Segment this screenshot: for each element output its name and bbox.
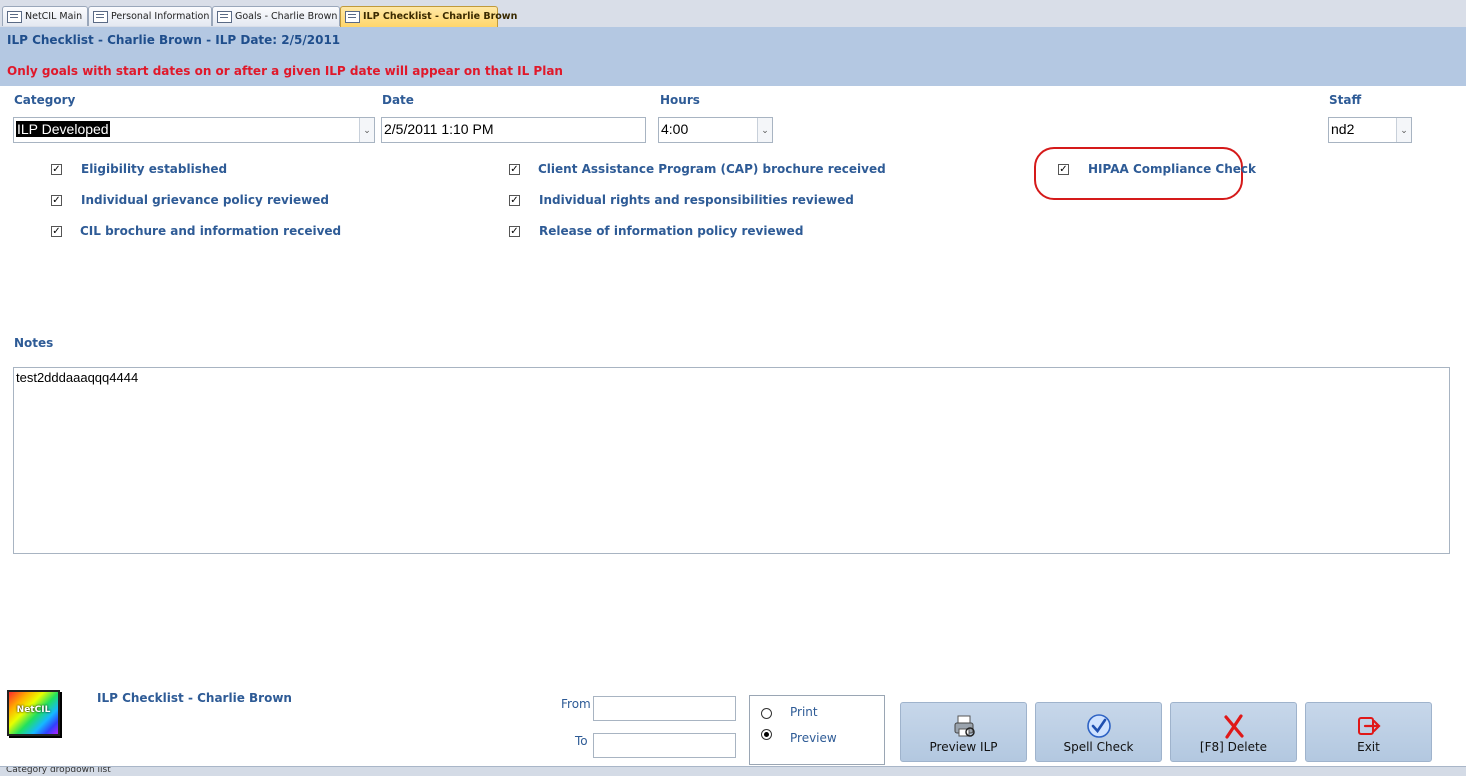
to-date-field[interactable] xyxy=(593,733,736,758)
form-icon xyxy=(217,11,232,23)
staff-combobox[interactable]: nd2 ⌄ xyxy=(1328,117,1412,143)
cap-brochure-checkbox[interactable]: ✓ xyxy=(509,164,520,175)
preview-icon xyxy=(954,715,975,737)
chevron-down-icon[interactable]: ⌄ xyxy=(757,118,772,142)
tab-ilp-checklist[interactable]: ILP Checklist - Charlie Brown xyxy=(340,6,517,27)
category-label: Category xyxy=(14,93,76,107)
from-date-field[interactable] xyxy=(593,696,736,721)
rights-responsibilities-checkbox[interactable]: ✓ xyxy=(509,195,520,206)
document-tab-strip: NetCIL Main Personal Information Goals -… xyxy=(0,0,1466,28)
hipaa-label: HIPAA Compliance Check xyxy=(1088,162,1256,176)
spell-check-icon xyxy=(1086,714,1111,738)
from-label: From xyxy=(561,697,591,711)
hours-combobox[interactable]: 4:00 ⌄ xyxy=(658,117,773,143)
cil-brochure-label: CIL brochure and information received xyxy=(80,224,342,238)
grievance-policy-label: Individual grievance policy reviewed xyxy=(81,193,329,207)
chevron-down-icon[interactable]: ⌄ xyxy=(1396,118,1411,142)
eligibility-label: Eligibility established xyxy=(81,162,228,176)
to-label: To xyxy=(575,734,588,748)
output-option-group: Print Preview xyxy=(749,695,885,765)
form-icon xyxy=(7,11,22,23)
hours-label: Hours xyxy=(660,93,700,107)
staff-label: Staff xyxy=(1329,93,1362,107)
status-text: Category dropdown list xyxy=(6,766,111,775)
print-radio[interactable] xyxy=(761,708,772,719)
ilp-date-notice: Only goals with start dates on or after … xyxy=(7,64,563,78)
grievance-policy-checkbox[interactable]: ✓ xyxy=(51,195,62,206)
release-info-checkbox[interactable]: ✓ xyxy=(509,226,520,237)
eligibility-checkbox[interactable]: ✓ xyxy=(51,164,62,175)
date-label: Date xyxy=(382,93,414,107)
delete-button[interactable]: [F8] Delete xyxy=(1170,702,1297,762)
chevron-down-icon[interactable]: ⌄ xyxy=(359,118,374,142)
tab-netcil-main[interactable]: NetCIL Main xyxy=(2,6,88,26)
exit-icon xyxy=(1357,717,1381,735)
exit-button[interactable]: Exit xyxy=(1305,702,1432,762)
date-field[interactable]: 2/5/2011 1:10 PM xyxy=(381,117,646,143)
cil-brochure-checkbox[interactable]: ✓ xyxy=(51,226,62,237)
notes-label: Notes xyxy=(14,336,54,350)
preview-radio-label[interactable]: Preview xyxy=(790,731,837,745)
delete-x-icon xyxy=(1223,714,1244,739)
form-title: ILP Checklist - Charlie Brown - ILP Date… xyxy=(7,33,341,47)
footer-form-title: ILP Checklist - Charlie Brown xyxy=(97,691,292,705)
netcil-logo: NetCIL xyxy=(7,690,60,736)
release-info-label: Release of information policy reviewed xyxy=(539,224,804,238)
rights-responsibilities-label: Individual rights and responsibilities r… xyxy=(539,193,854,207)
tab-personal-information[interactable]: Personal Information xyxy=(88,6,212,26)
tab-goals[interactable]: Goals - Charlie Brown xyxy=(212,6,340,26)
form-icon xyxy=(93,11,108,23)
hipaa-checkbox[interactable]: ✓ xyxy=(1058,164,1069,175)
preview-radio[interactable] xyxy=(761,729,772,740)
notes-textarea[interactable]: test2dddaaaqqq4444 xyxy=(13,367,1450,554)
form-icon xyxy=(345,11,360,23)
cap-brochure-label: Client Assistance Program (CAP) brochure… xyxy=(538,162,886,176)
preview-ilp-button[interactable]: Preview ILP xyxy=(900,702,1027,762)
print-radio-label[interactable]: Print xyxy=(790,705,818,719)
category-combobox[interactable]: ILP Developed ⌄ xyxy=(13,117,375,143)
spell-check-button[interactable]: Spell Check xyxy=(1035,702,1162,762)
